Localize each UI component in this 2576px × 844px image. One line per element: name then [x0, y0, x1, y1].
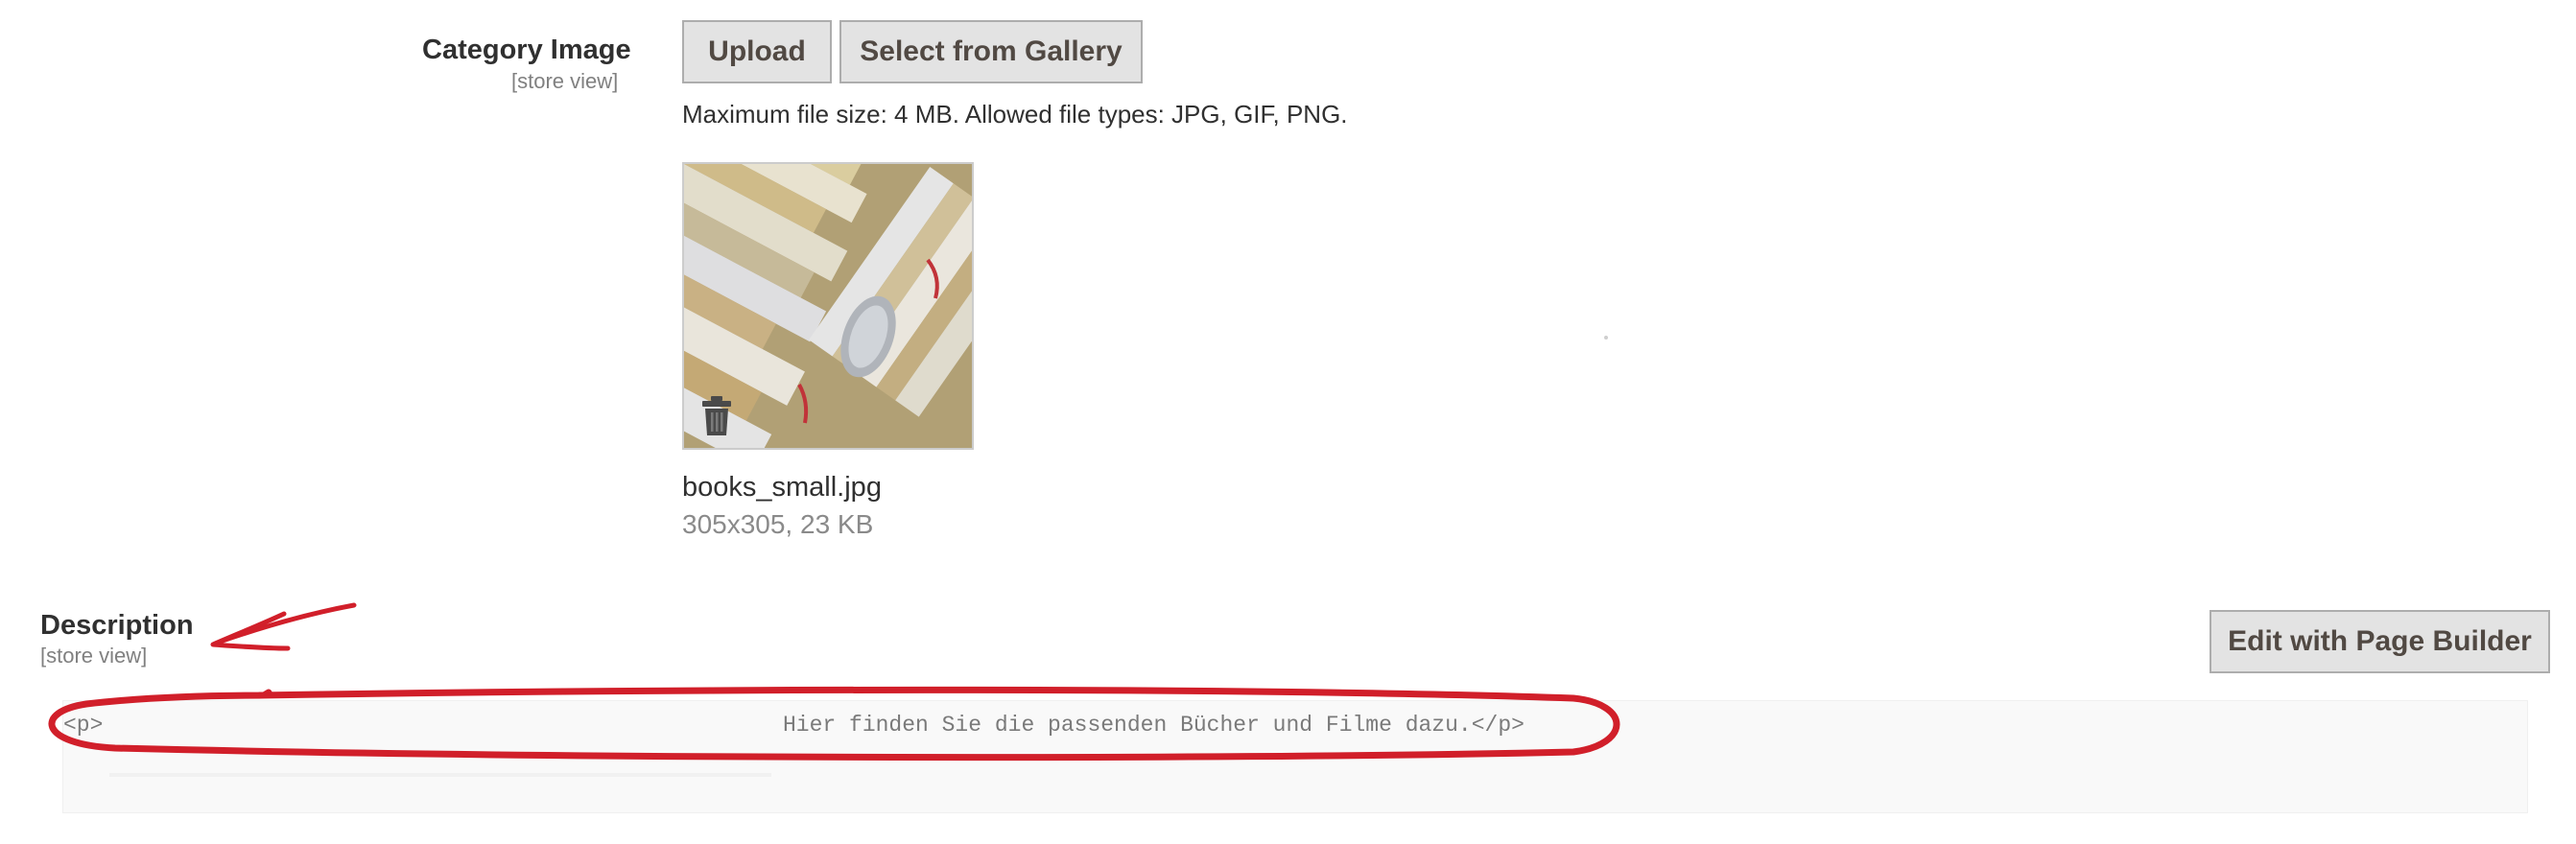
description-editor[interactable]: <p> Hier finden Sie die passenden Bücher… — [62, 700, 2528, 813]
category-image-scope: [store view] — [511, 69, 619, 93]
annotation-arrow-shaft — [220, 602, 357, 644]
trash-icon[interactable] — [700, 396, 733, 436]
edit-with-page-builder-button[interactable]: Edit with Page Builder — [2210, 610, 2550, 673]
annotation-arrow-head — [210, 611, 291, 651]
description-scope: [store view] — [40, 644, 148, 668]
editor-content-open: <p> — [63, 713, 104, 738]
file-size-note: Maximum file size: 4 MB. Allowed file ty… — [682, 100, 1348, 129]
upload-button[interactable]: Upload — [682, 20, 832, 83]
file-meta: 305x305, 23 KB — [682, 509, 874, 539]
editor-content-text: Hier finden Sie die passenden Bücher und… — [783, 713, 1524, 738]
description-label: Description — [40, 610, 194, 641]
file-name[interactable]: books_small.jpg — [682, 472, 882, 504]
category-image-label: Category Image — [422, 35, 631, 65]
select-from-gallery-button[interactable]: Select from Gallery — [839, 20, 1143, 83]
stray-dot — [1604, 336, 1608, 340]
category-image-preview[interactable] — [682, 162, 974, 450]
editor-divider — [109, 773, 771, 777]
